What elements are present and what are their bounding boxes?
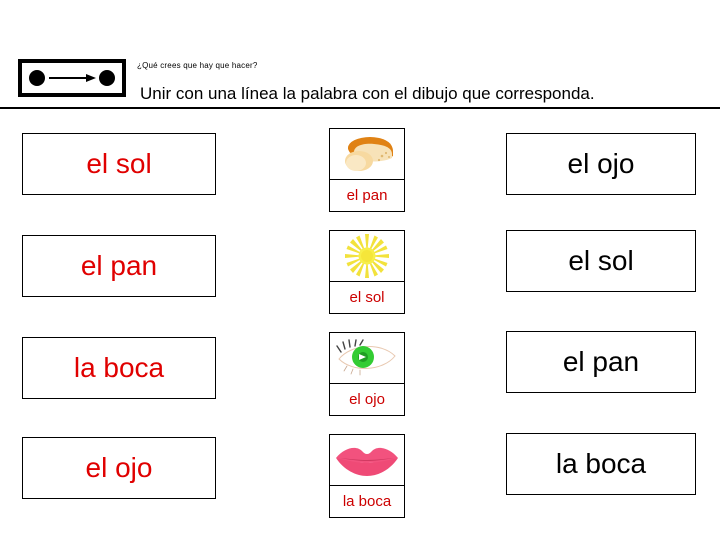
sun-icon: [329, 230, 405, 282]
left-word-box-4[interactable]: el ojo: [22, 437, 216, 499]
matching-exercise: el sol el pan la boca el ojo el pan el s…: [0, 109, 720, 540]
picture-label-eye: el ojo: [329, 384, 405, 416]
lips-icon: [329, 434, 405, 486]
header: ¿Qué crees que hay que hacer? Unir con u…: [0, 0, 720, 109]
lips-graphic: [336, 447, 398, 476]
picture-card-bread[interactable]: el pan: [329, 128, 405, 212]
right-word-label-4: la boca: [555, 448, 647, 479]
picture-card-lips[interactable]: la boca: [329, 434, 405, 518]
right-word-label-3: el pan: [562, 346, 640, 377]
picture-label-bread: el pan: [329, 180, 405, 212]
left-word-box-2[interactable]: el pan: [22, 235, 216, 297]
left-word-box-3[interactable]: la boca: [22, 337, 216, 399]
connect-arrow-graphic: [29, 70, 115, 86]
eye-graphic: [336, 339, 396, 376]
eye-icon: [329, 332, 405, 384]
two-dots-arrow-icon: [18, 59, 126, 97]
picture-card-eye[interactable]: el ojo: [329, 332, 405, 416]
bread-graphic: [345, 137, 393, 171]
bread-icon: [329, 128, 405, 180]
right-word-box-2[interactable]: el sol: [506, 230, 696, 292]
hint-text: ¿Qué crees que hay que hacer?: [137, 61, 258, 70]
right-word-box-4[interactable]: la boca: [506, 433, 696, 495]
right-word-label-1: el ojo: [567, 148, 635, 179]
instruction-text: Unir con una línea la palabra con el dib…: [140, 84, 595, 103]
right-word-box-1[interactable]: el ojo: [506, 133, 696, 195]
left-word-label-1: el sol: [86, 148, 152, 179]
picture-card-sun[interactable]: el sol: [329, 230, 405, 314]
left-word-label-2: el pan: [80, 250, 158, 281]
left-word-label-3: la boca: [73, 352, 165, 383]
left-word-box-1[interactable]: el sol: [22, 133, 216, 195]
picture-label-sun: el sol: [329, 282, 405, 314]
left-word-label-4: el ojo: [85, 452, 153, 483]
right-word-box-3[interactable]: el pan: [506, 331, 696, 393]
sun-graphic: [345, 234, 389, 278]
right-word-label-2: el sol: [568, 245, 634, 276]
picture-label-lips: la boca: [329, 486, 405, 518]
